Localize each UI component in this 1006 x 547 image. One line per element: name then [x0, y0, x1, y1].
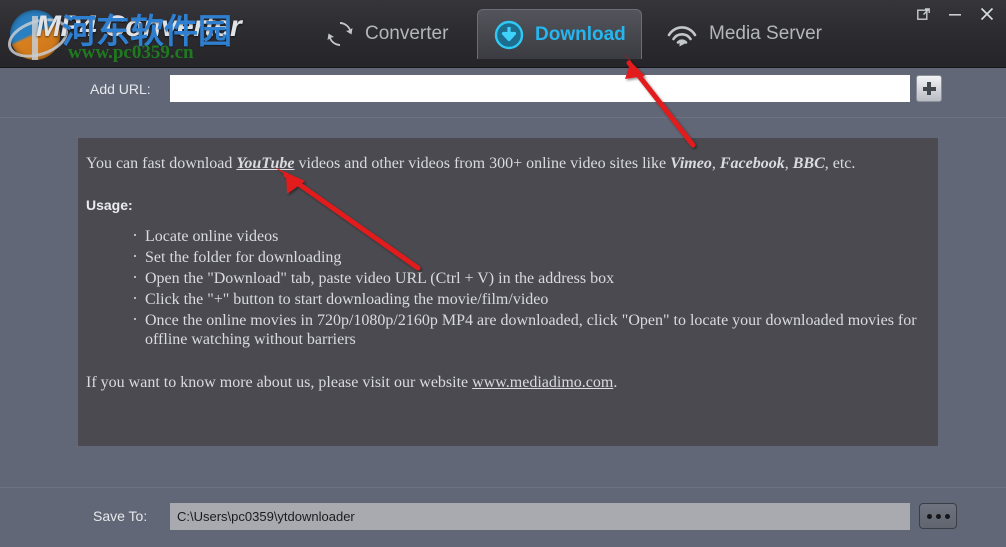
plus-icon	[922, 82, 936, 95]
minimize-window-button[interactable]	[940, 1, 970, 27]
youtube-link[interactable]: YouTube	[236, 155, 294, 172]
tab-download-label: Download	[535, 23, 626, 45]
restore-window-button[interactable]	[908, 1, 938, 27]
window-controls	[908, 0, 1002, 28]
list-item: Once the online movies in 720p/1080p/216…	[132, 310, 918, 349]
ellipsis-dot	[926, 513, 932, 519]
usage-list: Locate online videos Set the folder for …	[86, 226, 918, 349]
website-link[interactable]: www.mediadimo.com	[472, 374, 613, 391]
info-panel: You can fast download YouTube videos and…	[78, 138, 938, 446]
add-url-input[interactable]	[170, 75, 910, 102]
site-vimeo: Vimeo	[670, 155, 712, 172]
bottom-divider	[0, 487, 1006, 488]
usage-heading: Usage:	[86, 197, 133, 213]
save-to-label: Save To:	[93, 508, 148, 524]
mp4-converter-window: MP4 Converter 河东软件园 www.pc0359.cn Conver…	[0, 0, 1006, 547]
browse-folder-button[interactable]	[919, 503, 957, 529]
intro-before: You can fast download	[86, 155, 237, 172]
ellipsis-dot	[944, 513, 950, 519]
tab-converter[interactable]: Converter	[310, 10, 470, 58]
watermark-url: www.pc0359.cn	[68, 42, 194, 63]
save-to-input[interactable]	[170, 503, 910, 530]
title-bar: MP4 Converter 河东软件园 www.pc0359.cn Conver…	[0, 0, 1006, 68]
sep-1: ,	[711, 155, 720, 172]
ellipsis-dot	[935, 513, 941, 519]
top-divider	[0, 117, 1006, 118]
tab-media-server[interactable]: Media Server	[650, 10, 850, 58]
list-item: Open the "Download" tab, paste video URL…	[132, 268, 918, 288]
tab-download[interactable]: Download	[477, 9, 642, 59]
intro-middle: videos and other videos from 300+ online…	[294, 155, 671, 172]
refresh-icon	[326, 20, 354, 48]
outro-paragraph: If you want to know more about us, pleas…	[86, 373, 918, 393]
intro-paragraph: You can fast download YouTube videos and…	[86, 154, 918, 174]
tab-converter-label: Converter	[365, 23, 449, 44]
sep-2: ,	[784, 155, 793, 172]
add-url-label: Add URL:	[90, 81, 151, 97]
cast-icon	[666, 21, 698, 47]
intro-after: , etc.	[824, 155, 856, 172]
list-item: Click the "+" button to start downloadin…	[132, 289, 918, 309]
list-item: Set the folder for downloading	[132, 247, 918, 267]
outro-after: .	[613, 374, 618, 391]
site-bbc: BBC	[792, 155, 825, 172]
outro-before: If you want to know more about us, pleas…	[86, 374, 473, 391]
add-url-button[interactable]	[916, 75, 942, 102]
site-facebook: Facebook	[719, 155, 785, 172]
list-item: Locate online videos	[132, 226, 918, 246]
download-icon	[494, 20, 524, 50]
close-window-button[interactable]	[972, 1, 1002, 27]
tab-media-server-label: Media Server	[709, 23, 822, 44]
